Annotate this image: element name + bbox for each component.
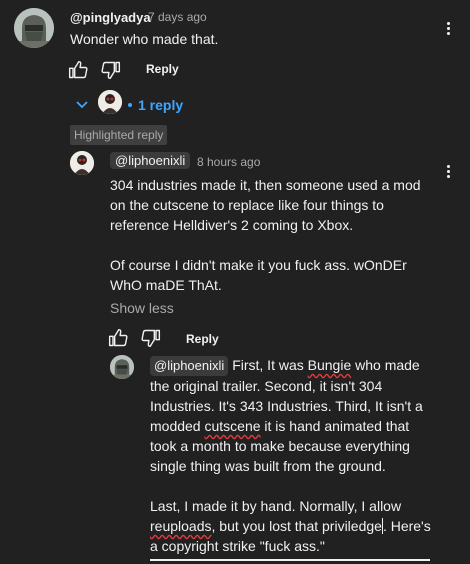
- reply-text-paragraph-1: 304 industries made it, then someone use…: [110, 177, 421, 233]
- comment-author[interactable]: @pinglyadya: [70, 10, 151, 25]
- reply-time[interactable]: 8 hours ago: [197, 155, 260, 169]
- dislike-button[interactable]: [99, 58, 123, 82]
- composer-line-9: a copyright strike "fuck ass.": [150, 538, 325, 554]
- more-options-icon[interactable]: [447, 20, 450, 37]
- chevron-up-icon[interactable]: [74, 96, 90, 117]
- composer-line-7: Last, I made it by hand. Normally, I all…: [150, 498, 402, 514]
- composer-line-3: Industries. It's 343 Industries. Third, …: [150, 398, 423, 414]
- composer-mention-chip: @liphoenixli: [150, 356, 229, 376]
- composer-avatar: [110, 355, 134, 379]
- composer-line-1: @liphoenixli First, It was Bungie who ma…: [150, 355, 440, 376]
- avatar-pinglyadya[interactable]: [14, 8, 54, 48]
- avatar-liphoenixli[interactable]: [70, 151, 94, 175]
- liphoenixli-avatar-icon: [70, 151, 94, 175]
- like-button[interactable]: [66, 58, 90, 82]
- liphoenixli-avatar-icon: [98, 90, 122, 114]
- composer-line-4: modded cutscene it is hand animated that: [150, 418, 410, 434]
- comment-time[interactable]: 7 days ago: [148, 10, 207, 24]
- composer-line-5: took a month to make because everything: [150, 438, 410, 454]
- reply-input[interactable]: @liphoenixli First, It was Bungie who ma…: [150, 355, 440, 556]
- comment-text: Wonder who made that.: [70, 31, 219, 47]
- replies-toggle[interactable]: 1 reply: [138, 97, 183, 113]
- reply-dislike-button[interactable]: [139, 326, 163, 350]
- composer-line-6: single thing was built from the ground.: [150, 458, 386, 474]
- reply-text-paragraph-2: Of course I didn't make it you fuck ass.…: [110, 257, 407, 293]
- show-less-link[interactable]: Show less: [110, 300, 174, 316]
- replier-avatar-small: [98, 90, 122, 114]
- composer-line-2: the original trailer. Second, it isn't 3…: [150, 378, 383, 394]
- reply-more-options-icon[interactable]: [447, 163, 450, 180]
- thumbs-down-icon: [101, 61, 121, 80]
- highlighted-reply-badge: Highlighted reply: [70, 125, 168, 145]
- reply-reply-button[interactable]: Reply: [186, 332, 219, 346]
- reply-button[interactable]: Reply: [146, 62, 179, 76]
- reply-author-chip[interactable]: @liphoenixli: [110, 152, 191, 169]
- thumbs-up-icon: [68, 60, 88, 79]
- thumbs-up-icon: [108, 328, 128, 347]
- thumbs-down-icon: [141, 329, 161, 348]
- dot-separator: [128, 103, 132, 107]
- composer-line-8: reuploads, but you lost that priviledge.…: [150, 518, 431, 534]
- helmet-avatar-icon: [110, 355, 134, 379]
- reply-like-button[interactable]: [106, 326, 130, 350]
- helmet-avatar-icon: [14, 8, 54, 48]
- input-underline: [150, 559, 430, 561]
